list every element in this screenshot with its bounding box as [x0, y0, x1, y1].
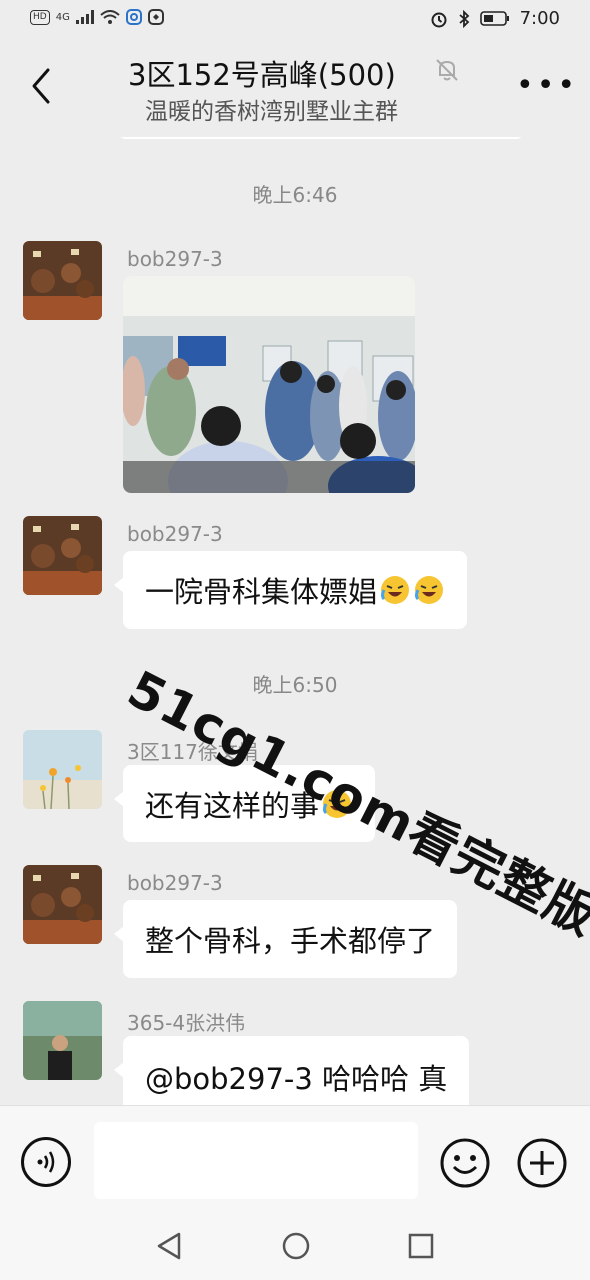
- back-icon[interactable]: [28, 66, 56, 106]
- message-list[interactable]: 晚上6:46 bob297-3 bob297-3 一院骨科集体嫖娼 晚上6:50…: [0, 137, 590, 1105]
- hd-badge: HD: [30, 9, 50, 25]
- message-text: 整个骨科，手术都停了: [145, 924, 436, 958]
- previous-message-bubble: [118, 137, 524, 139]
- bluetooth-icon: [458, 9, 469, 28]
- teapot-avatar[interactable]: [23, 865, 102, 944]
- nav-recents-icon[interactable]: [407, 1231, 435, 1261]
- emoji-icon[interactable]: [439, 1137, 491, 1189]
- nav-back-icon[interactable]: [155, 1231, 183, 1261]
- mute-bell-icon: [436, 59, 458, 81]
- sender-name: bob297-3: [127, 247, 223, 271]
- sender-name: 365-4张洪伟: [127, 1011, 246, 1035]
- network-type: 4G: [55, 11, 70, 23]
- system-nav-bar: [0, 1215, 590, 1280]
- more-icon[interactable]: •••: [516, 68, 578, 103]
- sender-name: bob297-3: [127, 522, 223, 546]
- crying-laughing-emoji: [381, 576, 410, 604]
- group-title: 3区152号高峰(500): [128, 58, 396, 92]
- status-right: 7:00: [430, 8, 560, 29]
- wifi-icon: [100, 9, 120, 24]
- status-left: HD 4G: [30, 9, 164, 25]
- clock: 7:00: [519, 8, 560, 29]
- plus-icon[interactable]: [516, 1137, 568, 1189]
- alarm-icon: [431, 12, 447, 27]
- group-subtitle: 温暖的香树湾别墅业主群: [145, 99, 398, 125]
- timestamp: 晚上6:50: [252, 673, 338, 697]
- nav-home-icon[interactable]: [281, 1231, 311, 1261]
- message-bubble[interactable]: @bob297-3 哈哈哈 真: [113, 1036, 470, 1105]
- person-avatar[interactable]: [23, 1001, 102, 1080]
- message-bubble[interactable]: 整个骨科，手术都停了: [113, 900, 458, 978]
- crying-laughing-emoji: [415, 576, 444, 604]
- signal-icon: [75, 10, 94, 24]
- chat-header: 3区152号高峰(500) 温暖的香树湾别墅业主群 •••: [0, 42, 590, 137]
- teapot-avatar[interactable]: [23, 516, 102, 595]
- sender-name: bob297-3: [127, 871, 223, 895]
- teapot-avatar[interactable]: [23, 241, 102, 320]
- input-bar: [0, 1105, 590, 1216]
- message-text: @bob297-3 哈哈哈 真: [145, 1062, 448, 1096]
- timestamp: 晚上6:46: [252, 183, 338, 207]
- message-text: 一院骨科集体嫖娼: [145, 575, 378, 609]
- message-input[interactable]: [94, 1122, 418, 1199]
- battery-icon: [479, 11, 509, 26]
- shared-photo[interactable]: [123, 276, 415, 493]
- app-notification-icon: [125, 9, 142, 25]
- app-notification-icon: [147, 9, 164, 25]
- flowers-avatar[interactable]: [23, 730, 102, 809]
- voice-icon[interactable]: [21, 1137, 71, 1187]
- status-bar: HD 4G 7:00: [0, 0, 590, 42]
- message-bubble[interactable]: 一院骨科集体嫖娼: [113, 551, 468, 629]
